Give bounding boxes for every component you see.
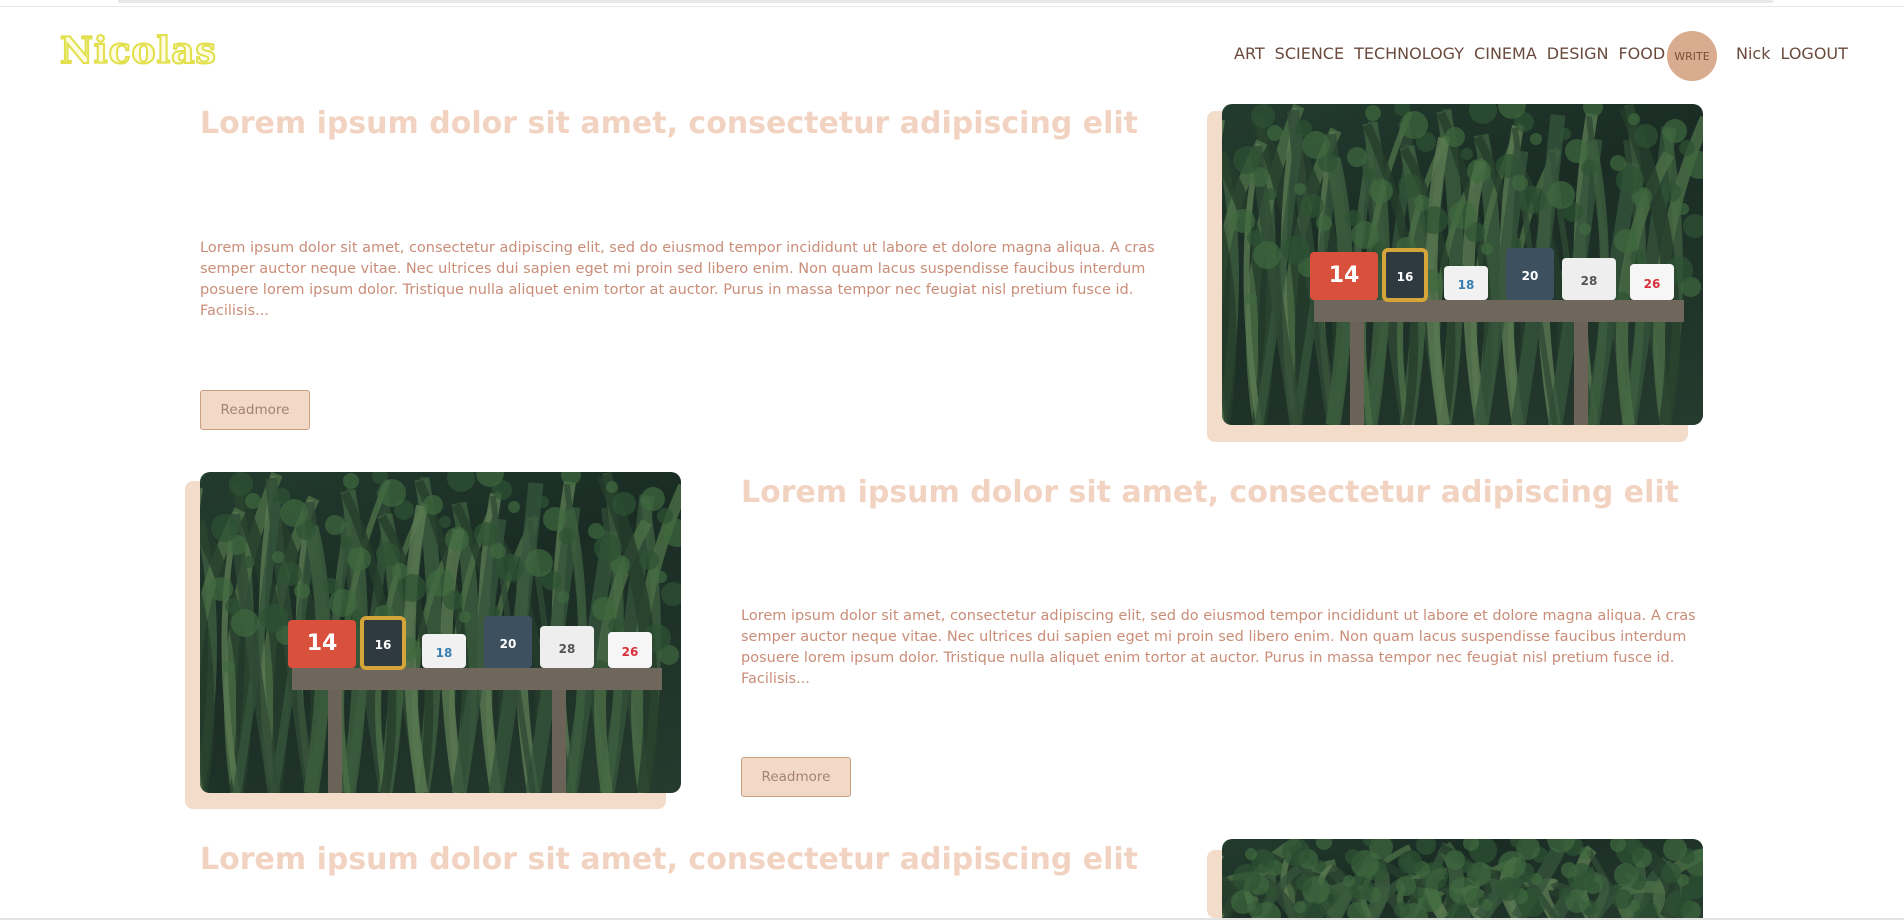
nav-item-technology[interactable]: TECHNOLOGY <box>1354 44 1464 63</box>
svg-text:26: 26 <box>1644 277 1661 291</box>
site-logo[interactable]: Nicolas <box>59 29 217 73</box>
username-link[interactable]: Nick <box>1736 44 1770 63</box>
post-title[interactable]: Lorem ipsum dolor sit amet, consectetur … <box>200 106 1138 141</box>
svg-text:16: 16 <box>1397 270 1414 284</box>
post-title[interactable]: Lorem ipsum dolor sit amet, consectetur … <box>200 842 1138 877</box>
post-image[interactable] <box>1222 839 1703 918</box>
post-excerpt: Lorem ipsum dolor sit amet, consectetur … <box>741 608 1696 687</box>
nav-item-design[interactable]: DESIGN <box>1547 44 1609 63</box>
svg-text:28: 28 <box>559 642 576 656</box>
svg-text:16: 16 <box>375 638 392 652</box>
svg-text:14: 14 <box>307 631 338 656</box>
svg-text:18: 18 <box>436 646 453 660</box>
write-button[interactable]: WRITE <box>1667 31 1717 81</box>
post-image[interactable]: 14 16 18 20 28 26 <box>1222 104 1703 425</box>
svg-text:14: 14 <box>1329 263 1360 288</box>
readmore-button[interactable]: Readmore <box>200 390 310 430</box>
readmore-button[interactable]: Readmore <box>741 757 851 797</box>
category-nav: ART SCIENCE TECHNOLOGY CINEMA DESIGN FOO… <box>1234 44 1665 63</box>
header-divider <box>0 6 1904 7</box>
logout-link[interactable]: LOGOUT <box>1780 44 1847 63</box>
post-title[interactable]: Lorem ipsum dolor sit amet, consectetur … <box>741 475 1679 510</box>
nav-item-science[interactable]: SCIENCE <box>1275 44 1344 63</box>
svg-text:26: 26 <box>622 645 639 659</box>
user-menu: Nick LOGOUT <box>1736 44 1848 63</box>
nav-item-food[interactable]: FOOD <box>1618 44 1665 63</box>
svg-text:28: 28 <box>1581 274 1598 288</box>
nav-item-cinema[interactable]: CINEMA <box>1474 44 1537 63</box>
svg-text:20: 20 <box>500 637 517 651</box>
svg-text:18: 18 <box>1458 278 1475 292</box>
nav-item-art[interactable]: ART <box>1234 44 1265 63</box>
svg-text:20: 20 <box>1522 269 1539 283</box>
top-divider <box>118 0 1773 3</box>
post-image[interactable]: 14 16 18 20 28 26 <box>200 472 681 793</box>
post-excerpt: Lorem ipsum dolor sit amet, consectetur … <box>200 240 1155 319</box>
